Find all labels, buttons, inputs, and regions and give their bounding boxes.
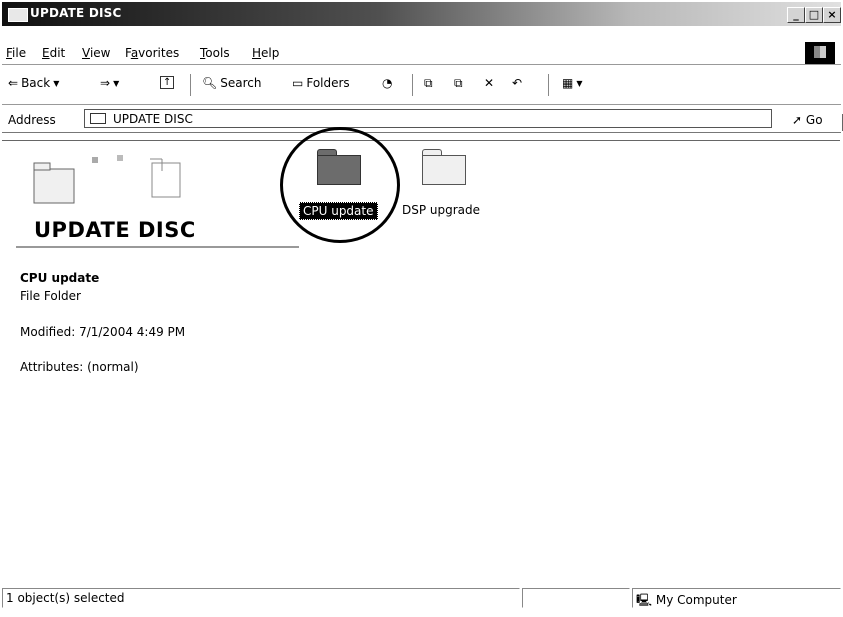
undo-icon: ↶: [512, 76, 523, 90]
selected-item-attributes: Attributes: (normal): [20, 360, 139, 374]
my-computer-icon: 🖳︎: [636, 593, 653, 607]
history-icon: ◔: [382, 76, 393, 90]
search-button[interactable]: 🔍︎ Search: [202, 76, 261, 90]
chevron-down-icon: ▼: [53, 78, 60, 88]
folders-icon: ▭: [292, 76, 304, 90]
windows-logo-icon: [805, 42, 835, 64]
views-button[interactable]: ▦ ▼: [562, 76, 583, 90]
status-bar: 1 object(s) selected 🖳︎ My Computer: [2, 586, 841, 612]
toolbar-separator: [548, 74, 550, 96]
copy-to-button[interactable]: ⧉: [454, 76, 463, 91]
toolbar-separator: [190, 74, 192, 96]
toolbar-separator: [412, 74, 414, 96]
chevron-down-icon: ▼: [576, 78, 583, 88]
selected-item-type: File Folder: [20, 289, 81, 303]
move-to-button[interactable]: ⧉: [424, 76, 433, 91]
go-label: Go: [805, 113, 823, 127]
menu-file[interactable]: File: [6, 46, 26, 60]
back-arrow-icon: ⇐: [8, 76, 19, 90]
close-button[interactable]: ×: [823, 7, 841, 23]
status-zone: 🖳︎ My Computer: [632, 588, 841, 608]
undo-button[interactable]: ↶: [512, 76, 522, 90]
menu-view[interactable]: View: [82, 46, 110, 60]
selected-item-name: CPU update: [20, 271, 100, 285]
copy-to-icon: ⧉: [454, 76, 463, 90]
forward-button[interactable]: ⇒ ▼: [100, 76, 119, 90]
history-button[interactable]: ◔: [382, 76, 392, 90]
chevron-down-icon: ▼: [113, 78, 120, 88]
window-frame-bottom: [0, 613, 843, 617]
menu-tools[interactable]: Tools: [200, 46, 230, 60]
menu-favorites[interactable]: Favorites: [125, 46, 179, 60]
delete-button[interactable]: ✕: [484, 76, 494, 90]
address-label: Address: [8, 113, 56, 127]
selected-item-modified: Modified: 7/1/2004 4:49 PM: [20, 325, 186, 339]
back-label: Back: [21, 76, 51, 90]
folder-window-icon: [8, 8, 28, 22]
up-button[interactable]: ↑: [160, 76, 175, 89]
search-icon: 🔍︎: [202, 76, 218, 90]
status-text: 1 object(s) selected: [2, 588, 520, 608]
menu-bar: File Edit View Favorites Tools Help: [2, 42, 841, 65]
address-value: UPDATE DISC: [113, 112, 193, 126]
heading-divider: [16, 246, 299, 248]
views-icon: ▦: [562, 76, 574, 90]
folders-button[interactable]: ▭ Folders: [292, 76, 350, 90]
dsp-upgrade-folder-icon[interactable]: [422, 149, 466, 185]
title-bar[interactable]: UPDATE DISC _ □ ×: [2, 2, 841, 26]
minimize-button[interactable]: _: [787, 7, 805, 23]
move-to-icon: ⧉: [424, 76, 433, 90]
up-folder-icon: ↑: [160, 76, 175, 89]
go-button[interactable]: ➚ Go: [792, 113, 823, 127]
address-input[interactable]: UPDATE DISC ▼: [84, 109, 843, 131]
status-pane-empty: [522, 588, 630, 608]
folder-content-pane: UPDATE DISC CPU update File Folder Modif…: [2, 127, 840, 581]
back-button[interactable]: ⇐ Back ▼: [8, 76, 59, 90]
folder-heading: UPDATE DISC: [34, 218, 196, 242]
webview-folder-art: [33, 155, 181, 204]
folder-icon: [90, 113, 106, 124]
status-zone-label: My Computer: [655, 593, 737, 607]
menu-help[interactable]: Help: [252, 46, 279, 60]
maximize-button[interactable]: □: [805, 7, 823, 23]
menu-edit[interactable]: Edit: [42, 46, 65, 60]
address-bar: Address UPDATE DISC ▼ ➚ Go: [2, 106, 843, 133]
folders-label: Folders: [306, 76, 350, 90]
highlight-circle: [280, 127, 400, 243]
window-title: UPDATE DISC: [30, 6, 122, 20]
go-arrow-icon: ➚: [792, 113, 803, 127]
dsp-upgrade-label[interactable]: DSP upgrade: [402, 203, 480, 217]
delete-icon: ✕: [484, 76, 495, 90]
toolbar: ⇐ Back ▼ ⇒ ▼ ↑ 🔍︎ Search ▭ Folders ◔ ⧉ ⧉…: [2, 66, 841, 105]
forward-arrow-icon: ⇒: [100, 76, 111, 90]
search-label: Search: [220, 76, 262, 90]
